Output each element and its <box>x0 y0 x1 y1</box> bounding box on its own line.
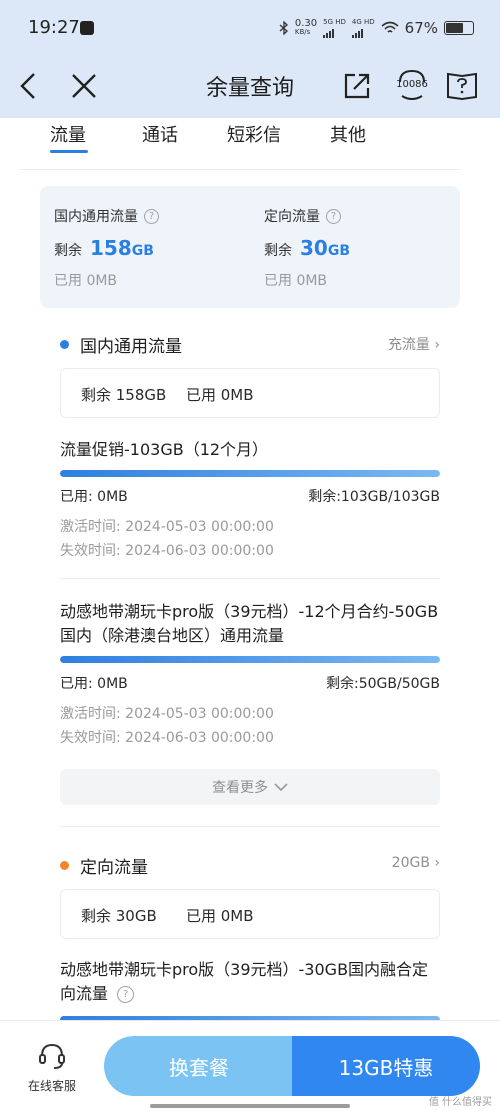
domestic-dot <box>60 340 69 349</box>
domestic-section-header: 国内通用流量 充流量 › <box>60 332 440 357</box>
nav-bar: 余量查询 10086 <box>0 56 500 118</box>
battery-icon <box>444 21 474 35</box>
summary-directed: 定向流量? 剩余 30GB 已用 0MB <box>264 206 350 290</box>
help-book-icon <box>447 72 477 101</box>
tab-bar: 流量 通话 短彩信 其他 <box>20 118 460 170</box>
signal-bars-icon <box>351 26 375 38</box>
hotline-button[interactable]: 10086 <box>392 68 432 104</box>
recharge-data-link[interactable]: 充流量 › <box>388 334 440 354</box>
package-usage-row: 已用: 0MB 剩余:50GB/50GB <box>60 673 440 693</box>
bluetooth-icon <box>279 21 288 35</box>
help-icon[interactable]: ? <box>326 208 341 224</box>
status-bar: 19:27 0.30 KB/s 5G HD 4G HD 67% <box>0 0 500 56</box>
active-tab-indicator <box>50 150 88 153</box>
summary-directed-label: 定向流量 <box>264 209 320 225</box>
remain-prefix: 剩余 <box>54 243 82 259</box>
hotline-number: 10086 <box>396 79 428 90</box>
wifi-icon <box>381 21 399 33</box>
package-used: 已用: 0MB <box>60 489 128 505</box>
summary-directed-used: 已用 0MB <box>264 273 328 289</box>
signal-bars-icon <box>323 26 346 38</box>
package-remain: 剩余:50GB/50GB <box>326 676 440 692</box>
directed-section-title: 定向流量 <box>80 858 148 878</box>
domestic-remain: 剩余 158GB <box>81 386 167 404</box>
package-progress-bar <box>60 470 440 477</box>
share-icon <box>344 73 370 99</box>
sim1-signal: 5G HD <box>323 18 346 38</box>
directed-remain-box: 剩余 30GB 已用 0MB <box>60 889 440 939</box>
help-book-button[interactable] <box>444 68 480 104</box>
content-panel: 流量 通话 短彩信 其他 国内通用流量? 剩余 158GB 已用 0MB 定向流… <box>20 118 480 1020</box>
directed-package-name: 动感地带潮玩卡pro版（39元档）-30GB国内融合定向流量 ? <box>60 960 429 1003</box>
help-icon[interactable]: ? <box>144 208 159 224</box>
tab-sms[interactable]: 短彩信 <box>227 121 281 147</box>
divider <box>60 826 440 827</box>
chevron-right-icon: › <box>434 855 440 871</box>
directed-remain: 剩余 30GB <box>81 907 157 925</box>
directed-detail-link[interactable]: 20GB › <box>392 855 440 871</box>
summary-domestic-value: 158 <box>90 236 132 260</box>
directed-used: 已用 0MB <box>186 907 254 925</box>
package-remain: 剩余:103GB/103GB <box>308 489 440 505</box>
package-activated-time: 激活时间: 2024-05-03 00:00:00 <box>60 706 274 722</box>
package-progress-bar <box>60 656 440 663</box>
package-expire-time: 失效时间: 2024-06-03 00:00:00 <box>60 543 274 559</box>
progress-fill <box>60 656 440 663</box>
help-icon[interactable]: ? <box>117 986 135 1003</box>
status-time: 19:27 <box>28 17 80 38</box>
remain-prefix: 剩余 <box>264 243 292 259</box>
status-icons: 0.30 KB/s 5G HD 4G HD 67% <box>279 18 474 38</box>
share-button[interactable] <box>339 68 375 104</box>
summary-domestic-unit: GB <box>131 243 154 259</box>
usage-summary-card: 国内通用流量? 剩余 158GB 已用 0MB 定向流量? 剩余 30GB 已用… <box>40 186 460 308</box>
progress-fill <box>60 470 440 477</box>
domestic-used: 已用 0MB <box>186 386 254 404</box>
net-speed: 0.30 KB/s <box>294 18 318 37</box>
chevron-right-icon: › <box>434 337 440 353</box>
domestic-remain-box: 剩余 158GB 已用 0MB <box>60 368 440 418</box>
chevron-down-icon <box>274 783 288 792</box>
divider <box>60 578 440 579</box>
app-notification-icon <box>80 21 94 35</box>
summary-domestic-label: 国内通用流量 <box>54 209 138 225</box>
special-offer-button[interactable]: 13GB特惠 <box>292 1036 480 1096</box>
package-used: 已用: 0MB <box>60 676 128 692</box>
summary-domestic: 国内通用流量? 剩余 158GB 已用 0MB <box>54 206 159 290</box>
customer-service-icon <box>39 1043 65 1069</box>
summary-domestic-used: 已用 0MB <box>54 273 118 289</box>
change-plan-button[interactable]: 换套餐 <box>104 1036 294 1096</box>
sim2-signal: 4G HD <box>351 18 375 38</box>
package-usage-row: 已用: 0MB 剩余:103GB/103GB <box>60 486 440 506</box>
summary-directed-unit: GB <box>327 243 351 259</box>
tab-calls[interactable]: 通话 <box>142 121 178 147</box>
watermark: 值 什么值得买 <box>428 1097 492 1108</box>
directed-section-header: 定向流量 20GB › <box>60 853 440 878</box>
online-service-label: 在线客服 <box>27 1079 76 1093</box>
package-name: 流量促销-103GB（12个月） <box>60 440 269 459</box>
tab-other[interactable]: 其他 <box>330 121 366 147</box>
package-name: 动感地带潮玩卡pro版（39元档）-12个月合约-50GB国内（除港澳台地区）通… <box>60 602 439 645</box>
domestic-section-title: 国内通用流量 <box>80 337 182 357</box>
online-service-button[interactable]: 在线客服 <box>16 1041 88 1094</box>
battery-percent: 67% <box>404 19 438 37</box>
bottom-action-bar: 在线客服 换套餐 13GB特惠 <box>0 1020 500 1111</box>
view-more-button[interactable]: 查看更多 <box>60 769 440 805</box>
directed-dot <box>60 861 69 870</box>
package-expire-time: 失效时间: 2024-06-03 00:00:00 <box>60 730 274 746</box>
tab-data[interactable]: 流量 <box>50 121 86 147</box>
package-activated-time: 激活时间: 2024-05-03 00:00:00 <box>60 519 274 535</box>
home-indicator[interactable] <box>150 1104 350 1108</box>
summary-directed-value: 30 <box>300 236 328 260</box>
